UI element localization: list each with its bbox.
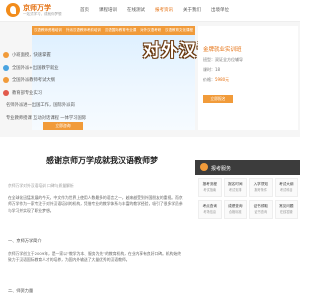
site-header: 京师万学 一站式学习，成就你梦想 首页 课程培训 在线测试 报考资讯 关于我们 …: [0, 0, 300, 22]
feature-item[interactable]: 全国外派教师考试大纲: [3, 74, 69, 87]
article-meta: 京师万学对外汉语培训 口碑与质量解析: [8, 183, 74, 188]
service-cell[interactable]: 入学须知 报考条件: [249, 178, 273, 197]
course-price: 价格：5980元: [203, 77, 230, 82]
category-item[interactable]: 汉语国际教育专业课: [105, 28, 137, 33]
consult-button[interactable]: 立即咨询: [43, 122, 83, 130]
feature-item[interactable]: 小班面授，快速掌握: [3, 49, 69, 62]
feature-label: 专业教师授课 互动对话课程 一体学习国际: [6, 115, 87, 121]
bullet-icon: [3, 77, 9, 84]
feature-label: 全国外派+出国教学就业: [12, 65, 59, 71]
bullet-icon: [3, 64, 9, 71]
feature-label: 教育部专业实习: [12, 90, 43, 96]
feature-item[interactable]: 教育部专业实习: [3, 87, 69, 100]
bullet-icon: [3, 89, 9, 96]
service-cell[interactable]: 报考流程 考试指南: [198, 178, 222, 197]
article-paragraph: 京师万学创立于2009年，是一家以“教学为本、服务为先”的教育机构，在业内享有良…: [8, 251, 182, 263]
nav-courses[interactable]: 课程培训: [99, 7, 117, 13]
feature-list: 小班面授，快速掌握 全国外派+出国教学就业 全国外派教师考试大纲 教育部专业实习…: [3, 49, 86, 124]
logo-name: 京师万学: [23, 4, 51, 12]
site-logo[interactable]: 京师万学 一站式学习，成就你梦想: [6, 3, 62, 17]
logo-slogan: 一站式学习，成就你梦想: [23, 12, 62, 16]
article-title: 感谢京师万学成就我汉语教师梦: [46, 156, 158, 165]
service-cell[interactable]: 证书领取 证书查询: [249, 200, 273, 219]
logo-icon: [6, 3, 20, 17]
feature-label: 名师外派进一出国工作，国际外派岗: [6, 103, 75, 109]
service-cell[interactable]: 成绩查询 合格标准: [223, 200, 247, 219]
section-heading: 一、京师万学简介: [8, 238, 42, 243]
feature-item[interactable]: 名师外派进一出国工作，国际外派岗: [3, 99, 75, 112]
service-cell[interactable]: 报名时间 考试安排: [223, 178, 247, 197]
logo-text: 京师万学 一站式学习，成就你梦想: [23, 4, 62, 16]
main-nav: 首页 课程培训 在线测试 报考资讯 关于我们 出境单位: [80, 7, 239, 13]
category-item[interactable]: 外派汉语教师考前培训: [66, 28, 101, 33]
feature-item[interactable]: 全国外派+出国教学就业: [3, 62, 69, 75]
bullet-icon: [3, 52, 9, 59]
category-bar: 汉语教师资格培训 外派汉语教师考前培训 汉语国际教育专业课 对外汉语考研 汉语教…: [32, 26, 195, 35]
service-cell[interactable]: 常见问题 在线答疑: [274, 200, 298, 219]
section-heading: 二、师资力量: [8, 288, 34, 293]
course-title[interactable]: 金牌就业实训班: [203, 45, 242, 53]
article-paragraph: 在全球化迅猛发展的今天，中文作为世界上使用人数最多的语言之一，越来越受到外国朋友…: [8, 195, 183, 213]
category-item[interactable]: 汉语教师资格培训: [34, 28, 62, 33]
nav-exam-news[interactable]: 报考资讯: [155, 7, 173, 13]
service-icon: [200, 163, 208, 171]
nav-about[interactable]: 关于我们: [183, 7, 201, 13]
enroll-button[interactable]: 立即报名: [203, 95, 233, 103]
service-grid: 报考流程 考试指南 报名时间 考试安排 入学须知 报考条件 考试大纲 考试科目 考点查询…: [198, 178, 298, 219]
feature-label: 全国外派教师考试大纲: [12, 78, 55, 84]
nav-online-test[interactable]: 在线测试: [127, 7, 145, 13]
category-item[interactable]: 对外汉语考研: [140, 28, 161, 33]
nav-home[interactable]: 首页: [80, 7, 89, 13]
service-cell[interactable]: 考试大纲 考试科目: [274, 178, 298, 197]
course-type: 班型：双证全方位辅导: [203, 57, 243, 62]
nav-overseas[interactable]: 出境单位: [211, 7, 229, 13]
course-hours: 课时：18: [203, 67, 221, 72]
exam-service-title: 报考服务: [211, 166, 232, 172]
service-cell[interactable]: 考点查询 考场信息: [198, 200, 222, 219]
category-item[interactable]: 汉语教育文化课程: [165, 28, 193, 33]
feature-label: 小班面授，快速掌握: [12, 53, 51, 59]
